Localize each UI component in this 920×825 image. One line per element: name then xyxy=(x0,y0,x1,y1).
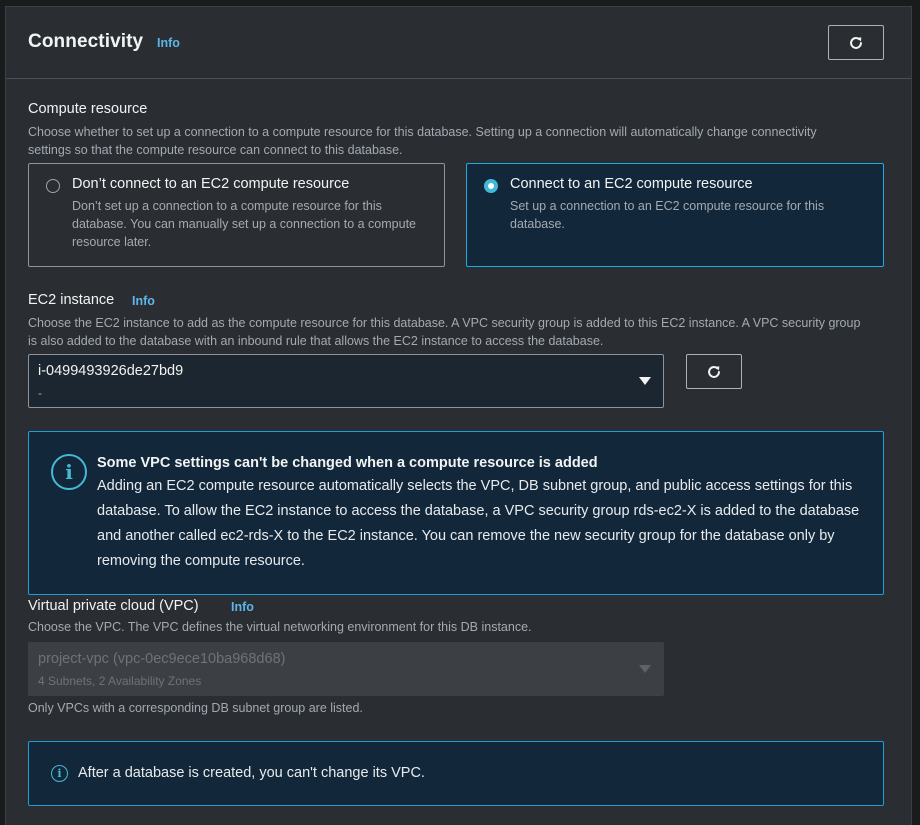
vpc-settings-alert-title: Some VPC settings can't be changed when … xyxy=(97,455,598,471)
refresh-icon xyxy=(708,365,720,378)
ec2-instance-select-subtext: - xyxy=(38,386,42,400)
vpc-select-subtext: 4 Subnets, 2 Availability Zones xyxy=(38,674,202,688)
vpc-description: Choose the VPC. The VPC defines the virt… xyxy=(28,620,532,634)
vpc-hint: Only VPCs with a corresponding DB subnet… xyxy=(28,701,363,715)
ec2-instance-refresh-button[interactable] xyxy=(686,354,742,389)
tile-dont-connect[interactable]: Don’t connect to an EC2 compute resource… xyxy=(28,163,445,267)
vpc-settings-alert: i Some VPC settings can't be changed whe… xyxy=(28,431,884,595)
vpc-notice-text: After a database is created, you can't c… xyxy=(78,765,425,781)
panel-header: Connectivity Info xyxy=(6,7,911,79)
connectivity-info-link[interactable]: Info xyxy=(157,36,180,50)
ec2-instance-label: EC2 instance xyxy=(28,292,115,308)
vpc-info-link[interactable]: Info xyxy=(231,600,254,614)
tile-dont-connect-description: Don’t set up a connection to a compute r… xyxy=(72,199,416,249)
caret-down-icon xyxy=(639,377,651,385)
vpc-notice-alert: i After a database is created, you can't… xyxy=(28,741,884,806)
ec2-instance-info-link[interactable]: Info xyxy=(132,294,155,308)
ec2-instance-select-value: i-0499493926de27bd9 xyxy=(38,363,184,379)
tile-dont-connect-title: Don’t connect to an EC2 compute resource xyxy=(72,176,350,192)
vpc-select: project-vpc (vpc-0ec9ece10ba968d68) 4 Su… xyxy=(28,642,664,696)
ec2-instance-description: Choose the EC2 instance to add as the co… xyxy=(28,316,861,348)
page-title: Connectivity xyxy=(28,31,144,52)
compute-resource-description: Choose whether to set up a connection to… xyxy=(28,125,817,157)
compute-resource-label: Compute resource xyxy=(28,101,148,117)
vpc-settings-alert-body: Adding an EC2 compute resource automatic… xyxy=(97,478,860,569)
tile-connect-ec2-description: Set up a connection to an EC2 compute re… xyxy=(510,199,825,231)
vpc-label: Virtual private cloud (VPC) xyxy=(28,598,199,614)
refresh-icon xyxy=(850,36,862,49)
tile-connect-ec2-title: Connect to an EC2 compute resource xyxy=(510,176,753,192)
info-circle-icon: i xyxy=(51,765,68,782)
tile-connect-ec2[interactable]: Connect to an EC2 compute resource Set u… xyxy=(466,163,884,267)
radio-connect-ec2[interactable] xyxy=(484,179,498,193)
connectivity-panel: Connectivity Info Compute resource Choos… xyxy=(5,6,912,825)
ec2-instance-select[interactable]: i-0499493926de27bd9 - xyxy=(28,354,664,408)
info-circle-icon: i xyxy=(51,454,87,490)
radio-dont-connect[interactable] xyxy=(46,179,60,193)
vpc-select-value: project-vpc (vpc-0ec9ece10ba968d68) xyxy=(38,651,286,667)
header-refresh-button[interactable] xyxy=(828,25,884,60)
caret-down-icon xyxy=(639,665,651,673)
